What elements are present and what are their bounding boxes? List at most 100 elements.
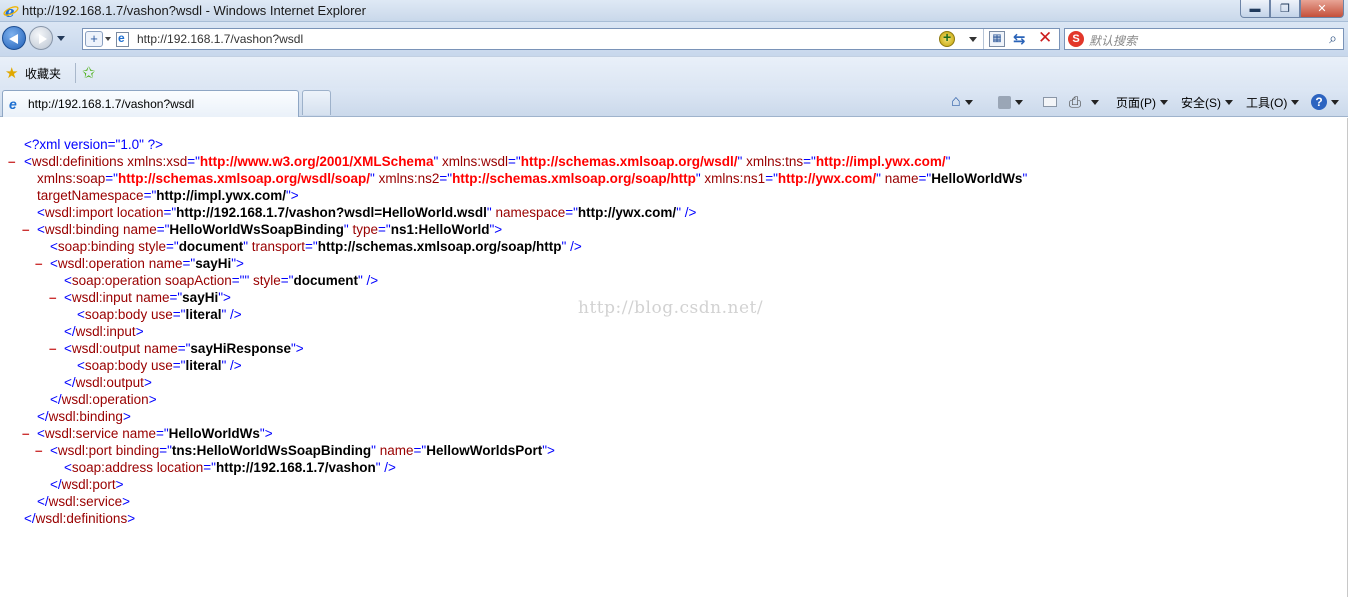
attr-value: http://ywx.com/ xyxy=(577,205,677,220)
attr-value: sayHi xyxy=(182,290,219,305)
xml-line: – <wsdl:operation name="sayHi"> xyxy=(35,255,244,272)
attr-value: HelloWorldWsSoapBinding xyxy=(169,222,344,237)
mail-icon xyxy=(1043,97,1057,107)
attr-value: HellowWorldsPort xyxy=(426,443,543,458)
attr-value: http://impl.ywx.com/ xyxy=(815,154,946,169)
attr-value: http://schemas.xmlsoap.org/soap/http xyxy=(317,239,562,254)
rss-feed-icon xyxy=(998,95,1011,109)
help-icon: ? xyxy=(1311,94,1327,110)
read-mail-button[interactable] xyxy=(1043,88,1057,116)
help-menu[interactable]: ? xyxy=(1311,88,1339,116)
chevron-down-icon[interactable] xyxy=(969,37,977,42)
search-input[interactable]: 默认搜索 xyxy=(1089,32,1137,49)
xml-line: xmlns:soap="http://schemas.xmlsoap.org/w… xyxy=(37,171,1028,186)
search-box[interactable]: S 默认搜索 ⌕ xyxy=(1064,28,1344,50)
attr-value: http://schemas.xmlsoap.org/wsdl/ xyxy=(520,154,738,169)
tab-label: http://192.168.1.7/vashon?wsdl xyxy=(28,97,195,111)
address-bar[interactable]: + http://192.168.1.7/vashon?wsdl ▦ ⇆ ✕ xyxy=(82,28,1060,50)
shield-icon[interactable]: + xyxy=(85,31,103,47)
refresh-icon[interactable]: ⇆ xyxy=(1013,30,1026,48)
add-to-favorites-bar-icon[interactable]: ✩ xyxy=(82,63,95,83)
sogou-search-icon: S xyxy=(1068,31,1084,47)
printer-icon: ⎙ xyxy=(1069,93,1082,111)
chevron-down-icon[interactable] xyxy=(1015,99,1023,105)
recent-pages-dropdown[interactable] xyxy=(57,36,65,41)
attr-value: HelloWorldWs xyxy=(931,171,1023,186)
xml-line: – <wsdl:output name="sayHiResponse"> xyxy=(49,340,304,357)
home-icon: ⌂ xyxy=(951,93,961,110)
xml-line: </wsdl:port> xyxy=(50,477,124,492)
xml-line: <?xml version="1.0" ?> xyxy=(0,136,1027,153)
xml-line: <wsdl:import location="http://192.168.1.… xyxy=(37,205,697,220)
xml-declaration: <?xml version="1.0" ?> xyxy=(24,137,164,152)
attr-value: document xyxy=(178,239,244,254)
xml-line: </wsdl:operation> xyxy=(50,392,157,407)
tools-menu[interactable]: 工具(O) xyxy=(1246,88,1300,116)
forward-button[interactable] xyxy=(29,26,53,50)
go-icon[interactable] xyxy=(939,29,955,47)
home-button[interactable]: ⌂ xyxy=(951,88,973,116)
xml-line: <soap:body use="literal" /> xyxy=(77,307,242,322)
address-input[interactable]: http://192.168.1.7/vashon?wsdl xyxy=(137,32,303,46)
feeds-button[interactable] xyxy=(998,88,1023,116)
xml-line: </wsdl:service> xyxy=(37,494,131,509)
collapse-toggle[interactable]: – xyxy=(35,255,43,272)
xml-line: <soap:body use="literal" /> xyxy=(77,358,242,373)
attr-value: http://schemas.xmlsoap.org/soap/http xyxy=(452,171,696,186)
xml-line: – <wsdl:service name="HelloWorldWs"> xyxy=(22,425,273,442)
attr-value: http://ywx.com/ xyxy=(777,171,877,186)
star-icon[interactable]: ★ xyxy=(5,64,18,82)
title-bar: e http://192.168.1.7/vashon?wsdl - Windo… xyxy=(0,0,1348,22)
xml-line: <soap:operation soapAction="" style="doc… xyxy=(64,273,379,288)
compatibility-view-icon[interactable]: ▦ xyxy=(989,31,1005,47)
collapse-toggle[interactable]: – xyxy=(49,289,57,306)
restore-button[interactable]: ❐ xyxy=(1270,0,1300,18)
attr-value: http://192.168.1.7/vashon xyxy=(215,460,376,475)
xml-tree: <?xml version="1.0" ?> – <wsdl:definitio… xyxy=(0,136,1027,527)
xml-line: </wsdl:input> xyxy=(64,324,144,339)
attr-value: http://www.w3.org/2001/XMLSchema xyxy=(199,154,434,169)
divider xyxy=(75,63,76,83)
collapse-toggle[interactable]: – xyxy=(22,425,30,442)
attr-value: http://schemas.xmlsoap.org/wsdl/soap/ xyxy=(117,171,371,186)
window-controls: ▬ ❐ ✕ xyxy=(1240,0,1344,18)
close-button[interactable]: ✕ xyxy=(1300,0,1344,18)
favorites-button[interactable]: 收藏夹 xyxy=(25,65,61,82)
safety-menu-label: 安全(S) xyxy=(1181,95,1221,110)
xml-line: </wsdl:binding> xyxy=(37,409,131,424)
back-button[interactable] xyxy=(2,26,26,50)
window-title: http://192.168.1.7/vashon?wsdl - Windows… xyxy=(22,3,366,18)
page-icon xyxy=(116,31,129,47)
chevron-down-icon xyxy=(1331,99,1339,105)
chevron-down-icon xyxy=(1225,99,1233,105)
xml-line: targetNamespace="http://impl.ywx.com/"> xyxy=(37,188,299,203)
search-icon[interactable]: ⌕ xyxy=(1329,30,1337,47)
attr-value: sayHi xyxy=(195,256,232,271)
chevron-down-icon[interactable] xyxy=(1091,99,1100,105)
xml-line: </wsdl:output> xyxy=(64,375,152,390)
minimize-button[interactable]: ▬ xyxy=(1240,0,1270,18)
page-content: http://blog.csdn.net/ <?xml version="1.0… xyxy=(0,118,1348,597)
print-button[interactable]: ⎙ xyxy=(1069,88,1100,116)
chevron-down-icon[interactable] xyxy=(105,37,111,41)
chevron-down-icon[interactable] xyxy=(964,99,973,105)
xml-line: – <wsdl:definitions xmlns:xsd="http://ww… xyxy=(8,153,951,170)
xml-line: – <wsdl:port binding="tns:HelloWorldWsSo… xyxy=(35,442,555,459)
collapse-toggle[interactable]: – xyxy=(22,221,30,238)
xml-line: </wsdl:definitions> xyxy=(24,511,136,526)
safety-menu[interactable]: 安全(S) xyxy=(1181,88,1233,116)
attr-value: tns:HelloWorldWsSoapBinding xyxy=(171,443,372,458)
collapse-toggle[interactable]: – xyxy=(8,153,16,170)
tools-menu-label: 工具(O) xyxy=(1246,95,1288,110)
page-menu[interactable]: 页面(P) xyxy=(1116,88,1168,116)
stop-icon[interactable]: ✕ xyxy=(1038,28,1052,48)
attr-value: HelloWorldWs xyxy=(168,426,260,441)
new-tab-button[interactable] xyxy=(302,90,331,115)
collapse-toggle[interactable]: – xyxy=(35,442,43,459)
collapse-toggle[interactable]: – xyxy=(49,340,57,357)
xml-line: – <wsdl:input name="sayHi"> xyxy=(49,289,231,306)
navigation-bar: + http://192.168.1.7/vashon?wsdl ▦ ⇆ ✕ S… xyxy=(0,22,1348,56)
tab-active[interactable]: e http://192.168.1.7/vashon?wsdl xyxy=(2,90,299,117)
xml-line: <soap:address location="http://192.168.1… xyxy=(64,460,396,475)
chevron-down-icon xyxy=(1291,99,1300,105)
